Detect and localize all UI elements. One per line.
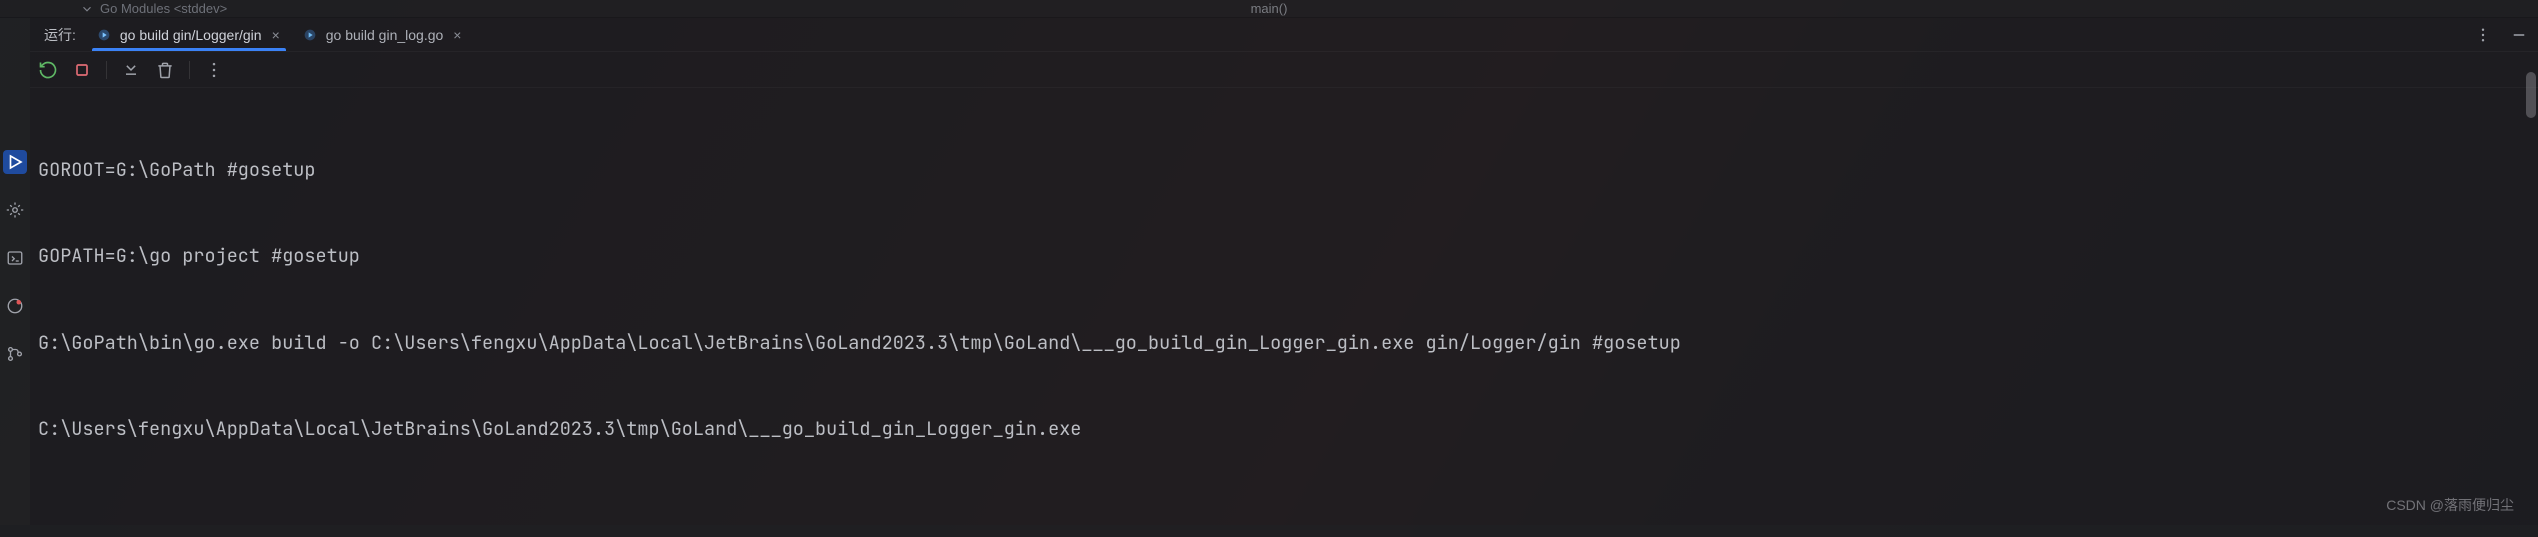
run-toolbar [30, 52, 2538, 88]
clear-output-icon[interactable] [155, 60, 175, 80]
go-run-config-icon [96, 27, 112, 43]
chevron-right-icon[interactable] [80, 2, 94, 16]
run-tool-window-icon[interactable] [3, 150, 27, 174]
run-tab-inactive[interactable]: go build gin_log.go × [292, 18, 474, 51]
tool-window-rail [0, 18, 30, 525]
run-panel-title: 运行: [44, 25, 76, 45]
terminal-tool-window-icon[interactable] [3, 246, 27, 270]
breadcrumb-function: main() [1251, 1, 1288, 16]
console-output[interactable]: GOROOT=G:\GoPath #gosetup GOPATH=G:\go p… [30, 88, 2538, 525]
console-line: C:\Users\fengxu\AppData\Local\JetBrains\… [38, 415, 2530, 444]
problems-tool-window-icon[interactable] [3, 294, 27, 318]
toolbar-separator [189, 61, 190, 79]
console-line: GOPATH=G:\go project #gosetup [38, 242, 2530, 271]
console-line: GOROOT=G:\GoPath #gosetup [38, 156, 2530, 185]
run-tab-label: go build gin_log.go [326, 27, 444, 43]
stop-icon[interactable] [72, 60, 92, 80]
minimize-icon[interactable] [2510, 26, 2528, 44]
go-run-config-icon [302, 27, 318, 43]
vcs-tool-window-icon[interactable] [3, 342, 27, 366]
more-vertical-icon[interactable] [204, 60, 224, 80]
run-tab-active[interactable]: go build gin/Logger/gin × [86, 18, 292, 51]
console-line: G:\GoPath\bin\go.exe build -o C:\Users\f… [38, 329, 2530, 358]
run-tabs: go build gin/Logger/gin × go build gin_l… [86, 18, 474, 51]
run-panel: 运行: go build gin/Logger/gin × go build g… [30, 18, 2538, 525]
close-icon[interactable]: × [451, 26, 463, 44]
watermark-text: CSDN @落雨便归尘 [2386, 495, 2514, 515]
vertical-scrollbar[interactable] [2526, 72, 2536, 118]
debug-tool-window-icon[interactable] [3, 198, 27, 222]
editor-top-fragment: Go Modules <stddev> main() [0, 0, 2538, 18]
close-icon[interactable]: × [270, 26, 282, 44]
run-tab-label: go build gin/Logger/gin [120, 27, 262, 43]
project-tree-node[interactable]: Go Modules <stddev> [100, 1, 227, 16]
toolbar-separator [106, 61, 107, 79]
run-panel-header: 运行: go build gin/Logger/gin × go build g… [30, 18, 2538, 52]
status-bar [0, 525, 2538, 537]
more-vertical-icon[interactable] [2474, 26, 2492, 44]
scroll-to-end-icon[interactable] [121, 60, 141, 80]
rerun-icon[interactable] [38, 60, 58, 80]
